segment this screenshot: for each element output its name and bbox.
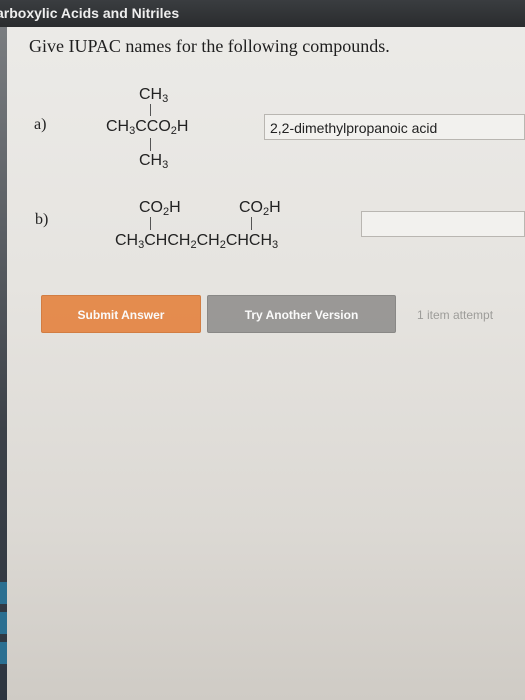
attempt-status: 1 item attempt bbox=[417, 308, 494, 322]
question-b-label: b) bbox=[35, 211, 49, 228]
structure-a-bond-bottom bbox=[150, 138, 151, 151]
screen: arboxylic Acids and Nitriles Give IUPAC … bbox=[0, 0, 525, 700]
structure-b-substituent-1: CO2H bbox=[139, 199, 181, 218]
structure-a-top-group: CH3 bbox=[139, 86, 169, 105]
structure-a-bottom-group: CH3 bbox=[139, 152, 169, 171]
answer-input-b[interactable] bbox=[361, 211, 525, 237]
structure-b-substituent-2: CO2H bbox=[239, 199, 281, 218]
structure-b-bond-1 bbox=[150, 217, 151, 230]
try-another-version-button[interactable]: Try Another Version bbox=[207, 295, 396, 333]
structure-b-bond-2 bbox=[251, 217, 252, 230]
submit-answer-button[interactable]: Submit Answer bbox=[41, 295, 201, 333]
answer-input-a[interactable]: 2,2-dimethylpropanoic acid bbox=[264, 114, 525, 140]
structure-a-bond-top bbox=[150, 104, 151, 116]
question-a-label: a) bbox=[34, 116, 47, 133]
header-bar: arboxylic Acids and Nitriles bbox=[0, 0, 525, 27]
sidebar-tab[interactable] bbox=[0, 582, 7, 604]
sidebar-tab[interactable] bbox=[0, 612, 7, 634]
page-title: arboxylic Acids and Nitriles bbox=[0, 5, 180, 21]
instructions: Give IUPAC names for the following compo… bbox=[29, 36, 390, 56]
sidebar-tab[interactable] bbox=[0, 642, 7, 664]
structure-a-main-chain: CH3CCO2H bbox=[106, 118, 189, 137]
structure-b-main-chain: CH3CHCH2CH2CHCH3 bbox=[115, 232, 279, 251]
left-sidebar-edge bbox=[0, 27, 7, 700]
